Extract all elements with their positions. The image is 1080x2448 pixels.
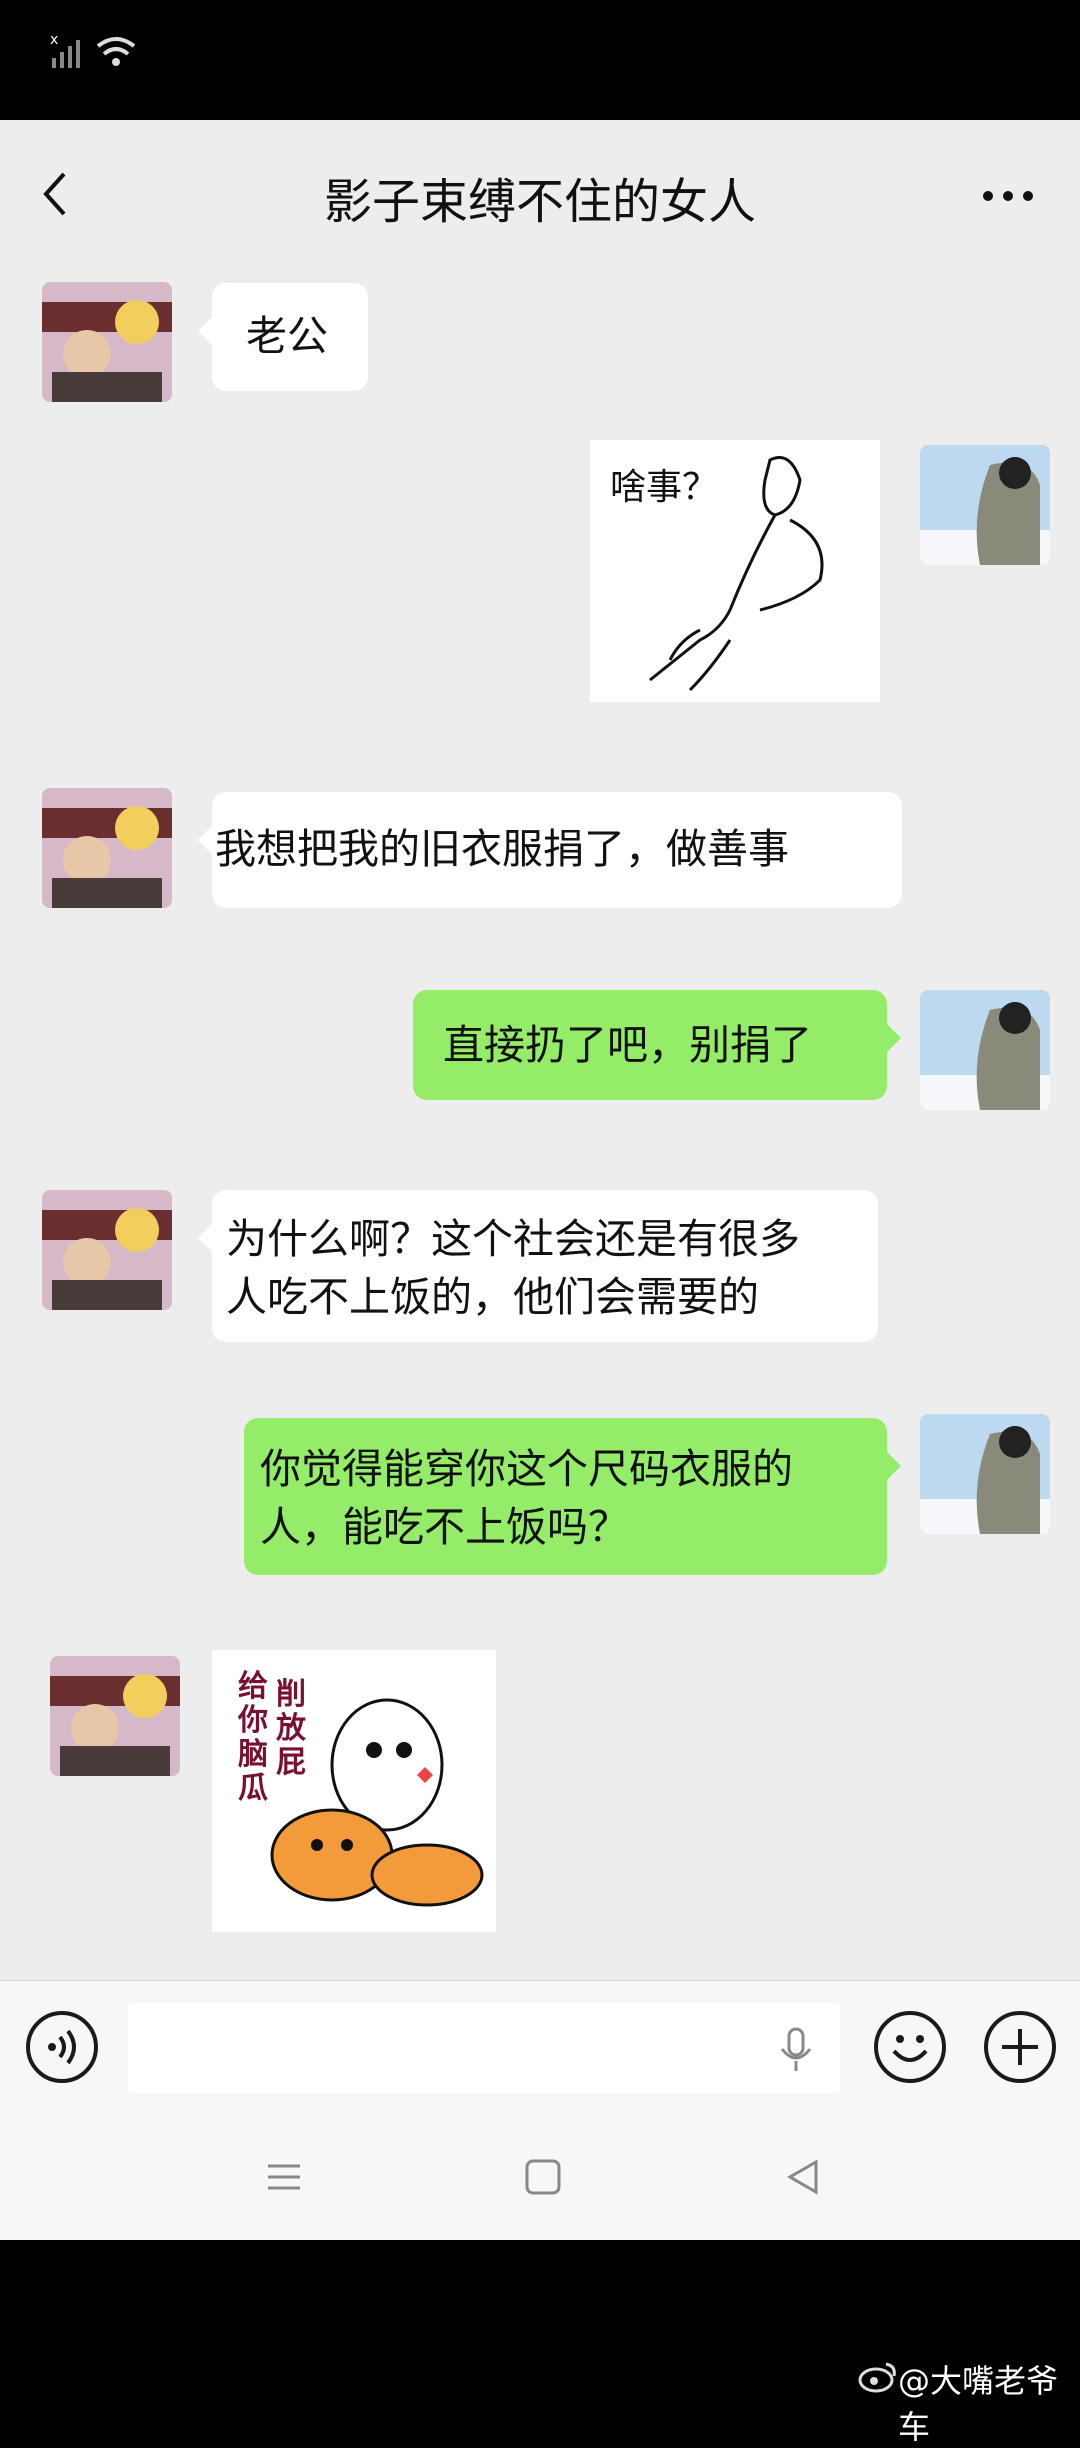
message-bubble[interactable]: 老公 [198,283,368,391]
message-bubble[interactable]: 你觉得能穿你这个尺码衣服的 人，能吃不上饭吗？ [244,1418,901,1575]
avatar[interactable] [920,445,1050,565]
sticker-image[interactable]: 啥事？ [590,440,880,702]
message-text-line: 为什么啊？这个社会还是有很多 [226,1215,800,1263]
message-text-line: 人吃不上饭的，他们会需要的 [226,1273,759,1321]
avatar[interactable] [42,1190,172,1310]
home-square-icon[interactable] [524,2158,562,2196]
watermark-text: @大嘴老爷车 [898,2362,1059,2446]
message-text-line: 你觉得能穿你这个尺码衣服的 [260,1445,793,1493]
plus-icon[interactable] [984,2011,1056,2083]
sticker-text: 给你脑瓜 [238,1669,268,1806]
sticker-text: 削放屁 [276,1677,306,1780]
contact-avatar-image [42,282,172,402]
sticker-text: 啥事？ [610,467,719,508]
sticker-image[interactable]: 给你脑瓜 削放屁 [212,1650,496,1932]
message-bubble[interactable]: 直接扔了吧，别捐了 [413,990,901,1100]
message-text: 我想把我的旧衣服捐了，做善事 [215,825,789,873]
mic-icon[interactable] [778,2027,814,2073]
wifi-icon [96,37,136,66]
chevron-left-icon[interactable] [40,170,70,220]
avatar[interactable] [42,282,172,402]
back-triangle-icon[interactable] [784,2158,822,2196]
voice-icon[interactable] [26,2011,98,2083]
message-text: 直接扔了吧，别捐了 [443,1021,812,1069]
status-bar: x [0,0,1080,120]
contact-avatar-image [42,1190,172,1310]
contact-avatar-image [50,1656,180,1776]
chat-title: 影子束缚不住的女人 [323,174,756,230]
bottom-area: @大嘴老爷车 [0,2240,1080,2446]
system-nav-bar [0,2110,1080,2240]
svg-text:x: x [50,32,58,48]
avatar[interactable] [920,990,1050,1110]
input-bar [0,1980,1080,2111]
weibo-icon [858,2362,896,2393]
message-bubble[interactable]: 我想把我的旧衣服捐了，做善事 [198,792,902,908]
more-icon[interactable] [980,188,1040,208]
user-avatar-image [920,445,1050,565]
emoji-icon[interactable] [874,2011,946,2083]
message-text-line: 人，能吃不上饭吗？ [260,1503,629,1551]
avatar[interactable] [42,788,172,908]
chat-window [0,120,1080,2240]
message-input[interactable] [128,2003,840,2093]
user-avatar-image [920,990,1050,1110]
message-bubble[interactable]: 为什么啊？这个社会还是有很多 人吃不上饭的，他们会需要的 [198,1190,878,1342]
avatar[interactable] [920,1414,1050,1534]
contact-avatar-image [42,788,172,908]
avatar[interactable] [50,1656,180,1776]
signal-icon: x [50,32,80,68]
menu-icon[interactable] [266,2160,302,2194]
message-text: 老公 [246,312,328,360]
user-avatar-image [920,1414,1050,1534]
